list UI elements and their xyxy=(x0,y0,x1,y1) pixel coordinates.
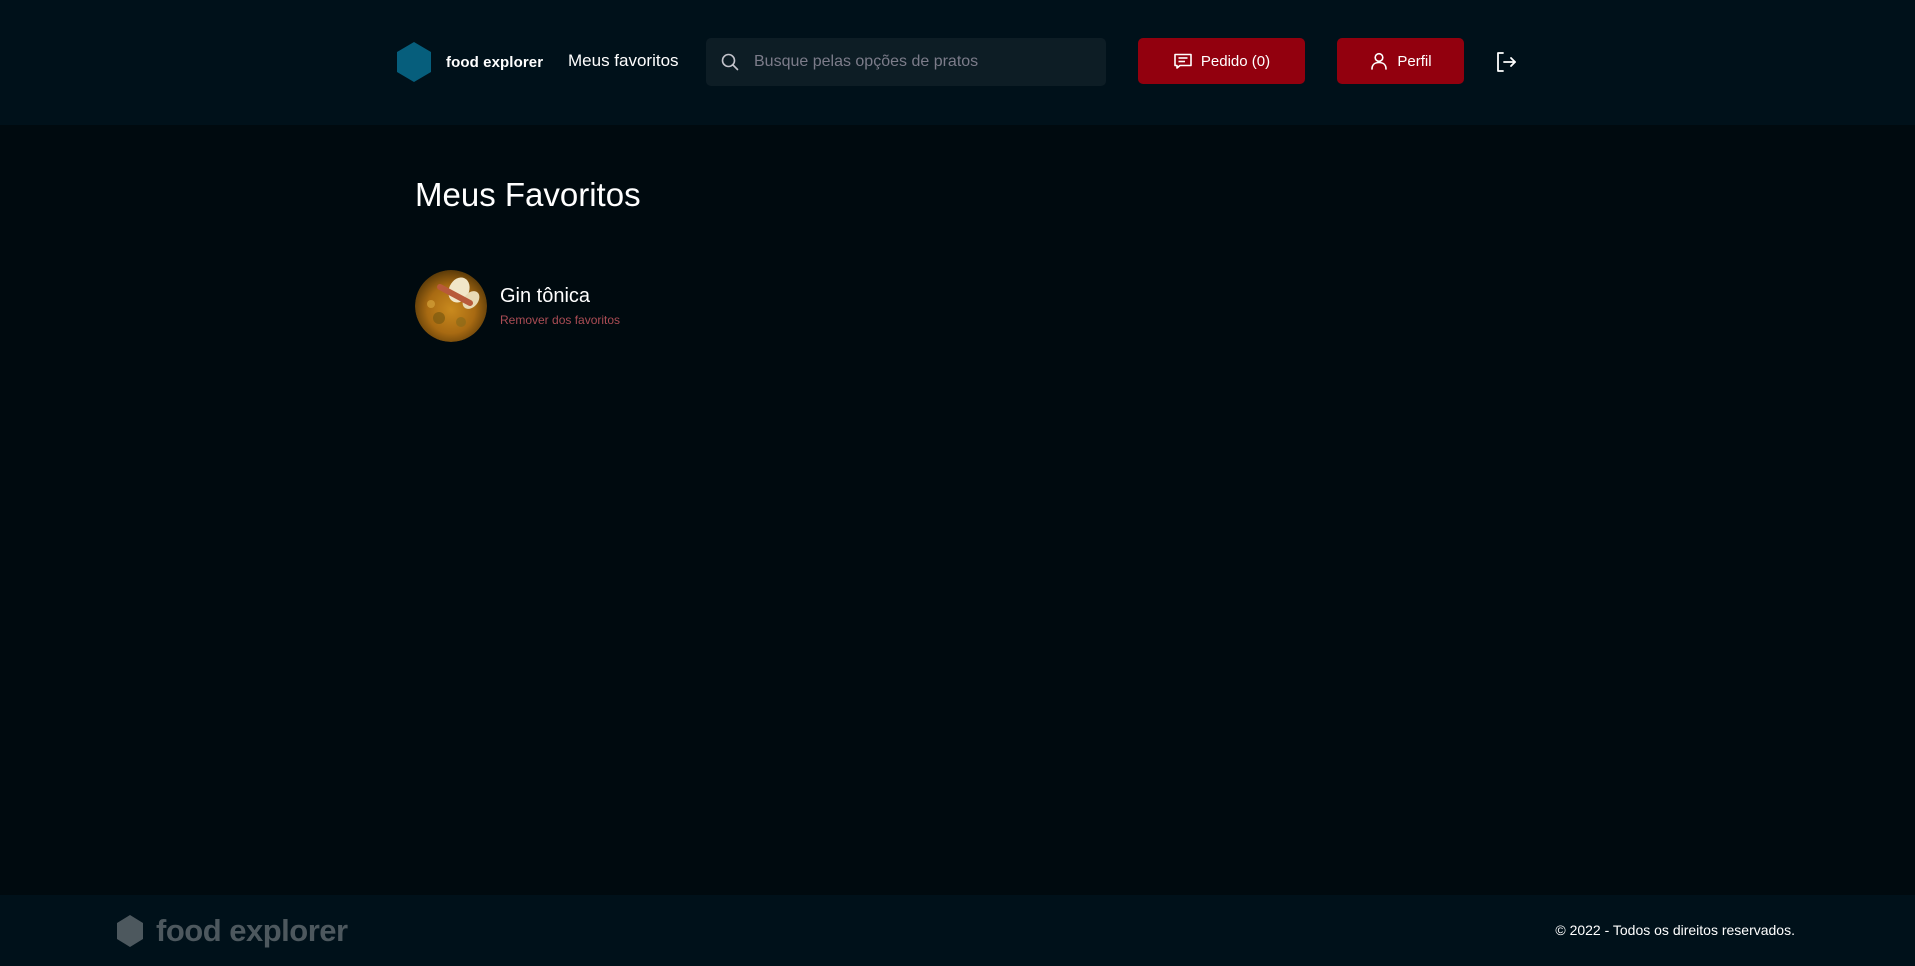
brand-name: food explorer xyxy=(446,53,544,71)
copyright-text: © 2022 - Todos os direitos reservados. xyxy=(1555,922,1795,938)
top-header: food explorer Meus favoritos Pedido (0) xyxy=(0,0,1915,125)
profile-button-label: Perfil xyxy=(1397,52,1432,70)
favorite-item: Gin tônica Remover dos favoritos xyxy=(415,270,620,342)
hexagon-logo-icon xyxy=(117,915,143,947)
order-button-label: Pedido (0) xyxy=(1200,52,1271,70)
profile-button[interactable]: Perfil xyxy=(1337,38,1464,84)
search-bar[interactable] xyxy=(706,38,1106,86)
order-button[interactable]: Pedido (0) xyxy=(1138,38,1305,84)
hexagon-logo-icon xyxy=(397,42,431,82)
footer-logo: food explorer xyxy=(116,913,348,949)
page-title: Meus Favoritos xyxy=(415,176,641,213)
page-footer: food explorer © 2022 - Todos os direitos… xyxy=(0,895,1915,966)
dish-avatar xyxy=(415,270,487,342)
brand-logo[interactable]: food explorer xyxy=(396,42,543,82)
favorite-name: Gin tônica xyxy=(500,285,591,307)
footer-brand-name: food explorer xyxy=(156,913,348,948)
nav-favorites-link[interactable]: Meus favoritos xyxy=(568,51,679,71)
user-icon xyxy=(1369,51,1389,71)
favorite-info: Gin tônica Remover dos favoritos xyxy=(500,285,620,327)
receipt-icon xyxy=(1173,51,1193,71)
logout-icon[interactable] xyxy=(1494,50,1518,74)
search-icon xyxy=(720,52,740,72)
remove-favorite-link[interactable]: Remover dos favoritos xyxy=(500,313,620,327)
search-input[interactable] xyxy=(752,52,1096,72)
